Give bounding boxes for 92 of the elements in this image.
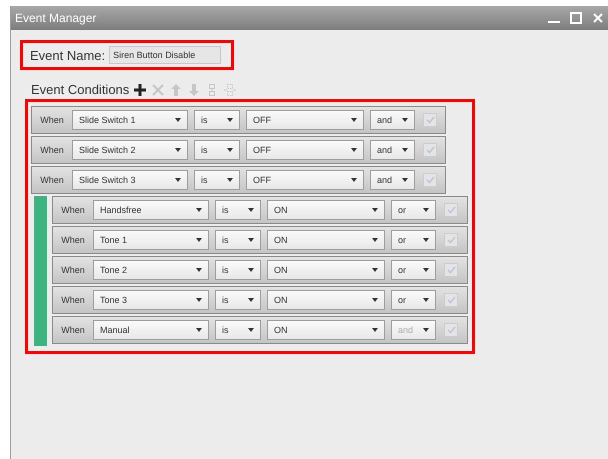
checkbox[interactable] — [444, 293, 458, 307]
when-label: When — [60, 295, 86, 305]
caret-icon — [227, 178, 233, 182]
checkbox[interactable] — [423, 143, 437, 157]
caret-icon — [423, 208, 429, 212]
event-conditions-label: Event Conditions — [31, 82, 130, 97]
caret-icon — [175, 178, 181, 182]
conjunction-dropdown[interactable]: and — [370, 110, 415, 130]
checkbox[interactable] — [444, 203, 458, 217]
check-icon — [426, 146, 434, 154]
caret-icon — [248, 238, 254, 242]
subject-dropdown[interactable]: Slide Switch 2 — [72, 140, 188, 160]
check-icon — [446, 236, 456, 244]
subject-dropdown[interactable]: Tone 1 — [93, 230, 209, 250]
caret-icon — [402, 148, 408, 152]
caret-icon — [423, 268, 429, 272]
caret-icon — [423, 238, 429, 242]
caret-icon — [196, 298, 202, 302]
subject-dropdown[interactable]: Handsfree — [93, 200, 209, 220]
conjunction-dropdown[interactable]: or — [391, 260, 436, 280]
operator-dropdown[interactable]: is — [194, 170, 240, 190]
when-label: When — [60, 205, 86, 215]
caret-icon — [372, 208, 378, 212]
check-icon — [426, 176, 434, 184]
event-name-field[interactable]: Siren Button Disable — [109, 46, 222, 64]
subject-dropdown[interactable]: Slide Switch 1 — [72, 110, 188, 130]
value-dropdown[interactable]: ON — [267, 260, 385, 280]
caret-icon — [402, 118, 408, 122]
check-icon — [426, 116, 434, 124]
conjunction-dropdown[interactable]: or — [391, 200, 436, 220]
caret-icon — [196, 208, 202, 212]
caret-icon — [372, 328, 378, 332]
when-label: When — [60, 265, 86, 275]
subject-dropdown[interactable]: Manual — [93, 320, 209, 340]
operator-dropdown[interactable]: is — [215, 260, 261, 280]
value-dropdown[interactable]: OFF — [246, 140, 364, 160]
operator-dropdown[interactable]: is — [215, 290, 261, 310]
caret-icon — [423, 328, 429, 332]
event-name-label: Event Name: — [30, 48, 106, 62]
when-label: When — [39, 115, 65, 125]
conjunction-dropdown[interactable]: and — [370, 170, 415, 190]
subject-dropdown[interactable]: Slide Switch 3 — [72, 170, 188, 190]
caret-icon — [248, 298, 254, 302]
caret-icon — [248, 328, 254, 332]
operator-dropdown[interactable]: is — [194, 140, 240, 160]
caret-icon — [372, 268, 378, 272]
value-dropdown[interactable]: ON — [267, 200, 385, 220]
value-dropdown[interactable]: ON — [267, 320, 385, 340]
caret-icon — [372, 238, 378, 242]
conjunction-dropdown[interactable]: and — [370, 140, 415, 160]
plus-icon[interactable] — [133, 82, 148, 96]
caret-icon — [248, 208, 254, 212]
caret-icon — [351, 148, 357, 152]
caret-icon — [248, 268, 254, 272]
when-label: When — [39, 175, 65, 185]
checkbox[interactable] — [423, 173, 437, 187]
when-label: When — [60, 235, 86, 245]
check-icon — [446, 266, 456, 274]
conjunction-dropdown[interactable]: or — [391, 290, 436, 310]
checkbox[interactable] — [423, 113, 437, 127]
caret-icon — [196, 328, 202, 332]
value-dropdown[interactable]: OFF — [246, 110, 364, 130]
caret-icon — [196, 268, 202, 272]
caret-icon — [196, 238, 202, 242]
checkbox[interactable] — [444, 233, 458, 247]
subject-dropdown[interactable]: Tone 2 — [93, 260, 209, 280]
when-label: When — [39, 145, 65, 155]
check-icon — [446, 206, 456, 214]
value-dropdown[interactable]: ON — [267, 290, 385, 310]
operator-dropdown[interactable]: is — [215, 230, 261, 250]
when-label: When — [60, 325, 86, 335]
subject-dropdown[interactable]: Tone 3 — [93, 290, 209, 310]
caret-icon — [351, 118, 357, 122]
conjunction-dropdown[interactable]: or — [391, 230, 436, 250]
caret-icon — [227, 148, 233, 152]
caret-icon — [423, 298, 429, 302]
caret-icon — [227, 118, 233, 122]
operator-dropdown[interactable]: is — [194, 110, 240, 130]
caret-icon — [351, 178, 357, 182]
value-dropdown[interactable]: OFF — [246, 170, 364, 190]
operator-dropdown[interactable]: is — [215, 320, 261, 340]
check-icon — [446, 326, 456, 334]
checkbox[interactable] — [444, 323, 458, 337]
caret-icon — [175, 118, 181, 122]
value-dropdown[interactable]: ON — [267, 230, 385, 250]
check-icon — [446, 296, 456, 304]
window-title: Event Manager — [15, 11, 98, 25]
caret-icon — [372, 298, 378, 302]
operator-dropdown[interactable]: is — [215, 200, 261, 220]
caret-icon — [402, 178, 408, 182]
checkbox[interactable] — [444, 263, 458, 277]
caret-icon — [175, 148, 181, 152]
